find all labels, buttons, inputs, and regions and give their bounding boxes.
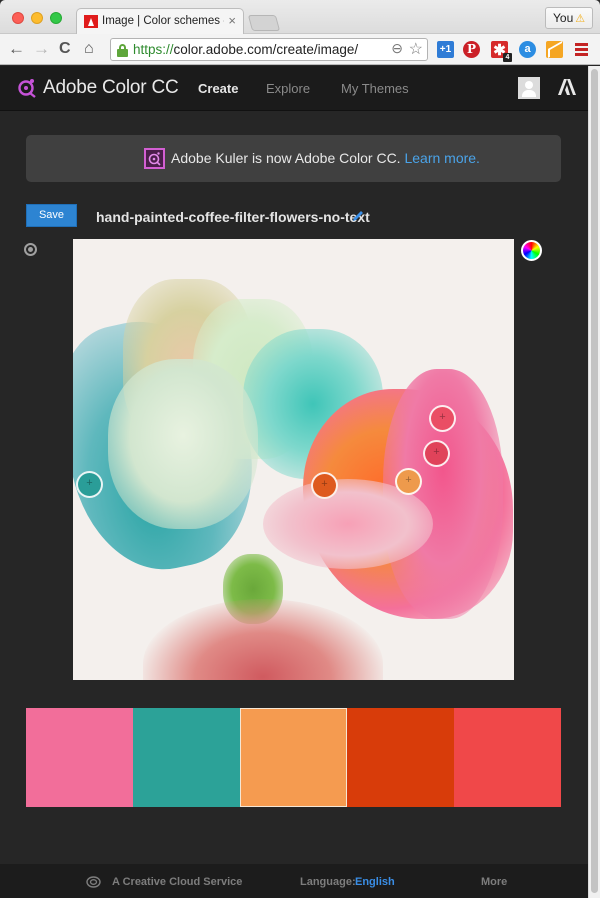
save-button[interactable]: Save bbox=[26, 204, 77, 227]
swatch-2[interactable] bbox=[133, 708, 240, 807]
browser-titlebar: Image | Color schemes - Adobe Color CC ×… bbox=[0, 0, 600, 35]
amazon-assistant-extension-icon[interactable]: a bbox=[519, 41, 536, 58]
theme-name[interactable]: hand-painted-coffee-filter-flowers-no-te… bbox=[96, 209, 370, 225]
minimize-window-button[interactable] bbox=[31, 12, 43, 24]
color-picker-handle-orange[interactable] bbox=[395, 468, 422, 495]
nav-explore[interactable]: Explore bbox=[266, 81, 310, 96]
source-photo bbox=[73, 239, 514, 680]
forward-arrow-icon[interactable]: → bbox=[33, 39, 50, 59]
capture-target-icon[interactable] bbox=[24, 243, 37, 256]
pinterest-extension-icon[interactable]: P bbox=[463, 41, 480, 58]
more-link[interactable]: More bbox=[481, 876, 507, 888]
nav-create[interactable]: Create bbox=[198, 81, 238, 96]
user-avatar[interactable] bbox=[518, 77, 540, 99]
new-tab-button[interactable] bbox=[247, 15, 281, 31]
color-picker-handle-pink[interactable] bbox=[429, 405, 456, 432]
url-text: https://color.adobe.com/create/image/ bbox=[133, 42, 359, 57]
app-header: Adobe Color CC Create Explore My Themes bbox=[0, 66, 588, 111]
hamburger-menu-icon[interactable] bbox=[575, 43, 588, 56]
adobe-favicon-icon bbox=[84, 15, 98, 28]
tab-title: Image | Color schemes - Adobe Color CC bbox=[102, 15, 224, 27]
color-wheel-icon[interactable] bbox=[521, 240, 542, 261]
browser-window: Image | Color schemes - Adobe Color CC ×… bbox=[0, 0, 600, 898]
color-picker-handle-orange-red[interactable] bbox=[311, 472, 338, 499]
banner-text: Adobe Kuler is now Adobe Color CC. Learn… bbox=[171, 150, 480, 166]
creative-cloud-service-label: A Creative Cloud Service bbox=[112, 876, 243, 888]
scrollbar-thumb[interactable] bbox=[591, 69, 598, 893]
browser-toolbar: ← → C ⌂ https://color.adobe.com/create/i… bbox=[0, 34, 600, 65]
swatch-3[interactable] bbox=[240, 708, 347, 807]
maximize-window-button[interactable] bbox=[50, 12, 62, 24]
lock-icon bbox=[117, 44, 128, 57]
color-picker-handle-teal[interactable] bbox=[76, 471, 103, 498]
adobe-logo-icon[interactable] bbox=[558, 79, 576, 95]
home-icon[interactable]: ⌂ bbox=[84, 39, 94, 59]
close-window-button[interactable] bbox=[12, 12, 24, 24]
bookmark-star-icon[interactable]: ☆ bbox=[409, 39, 423, 59]
address-bar[interactable]: https://color.adobe.com/create/image/ ⊖ … bbox=[110, 38, 428, 61]
language-label: Language: bbox=[300, 876, 356, 888]
warning-icon: ⚠ bbox=[575, 13, 586, 25]
app-footer: A Creative Cloud Service Language: Engli… bbox=[0, 864, 588, 898]
pencil-edit-icon[interactable] bbox=[351, 209, 365, 223]
app-title: Adobe Color CC bbox=[43, 77, 179, 98]
extension-badge: 4 bbox=[503, 53, 512, 62]
kuler-logo-icon bbox=[144, 148, 165, 169]
page-scrollbar[interactable] bbox=[588, 66, 600, 898]
learn-more-link[interactable]: Learn more. bbox=[404, 150, 479, 166]
profile-label: You bbox=[553, 11, 574, 25]
profile-button[interactable]: You ⚠ bbox=[545, 7, 593, 29]
browser-tab-active[interactable]: Image | Color schemes - Adobe Color CC × bbox=[76, 8, 244, 35]
swatch-5[interactable] bbox=[454, 708, 561, 807]
google-plus-one-extension-icon[interactable]: +1 bbox=[437, 41, 454, 58]
color-swatches bbox=[26, 708, 561, 807]
color-picker-handle-red[interactable] bbox=[423, 440, 450, 467]
reload-icon[interactable]: C bbox=[59, 39, 71, 59]
nav-my-themes[interactable]: My Themes bbox=[341, 81, 409, 96]
creative-cloud-icon bbox=[86, 876, 101, 888]
adobe-color-logo-icon bbox=[18, 79, 36, 98]
swatch-1[interactable] bbox=[26, 708, 133, 807]
asterisk-extension-icon[interactable]: ✱ 4 bbox=[491, 41, 512, 62]
back-arrow-icon[interactable]: ← bbox=[8, 39, 25, 59]
language-selector[interactable]: English bbox=[355, 876, 395, 888]
analytics-extension-icon[interactable] bbox=[546, 41, 563, 58]
announcement-banner: Adobe Kuler is now Adobe Color CC. Learn… bbox=[26, 135, 561, 182]
zoom-icon[interactable]: ⊖ bbox=[391, 40, 403, 57]
tab-close-icon[interactable]: × bbox=[228, 13, 236, 28]
swatch-4[interactable] bbox=[347, 708, 454, 807]
